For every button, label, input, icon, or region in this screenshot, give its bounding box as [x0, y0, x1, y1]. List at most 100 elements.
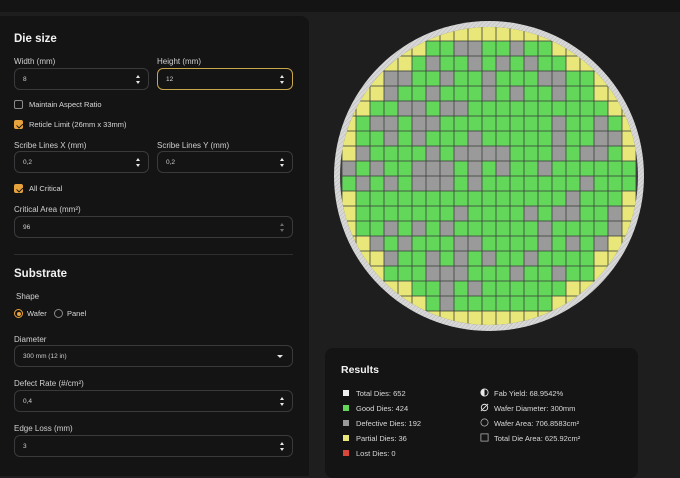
scribe-y-stepper-icon[interactable]: [279, 158, 284, 167]
good-die: [580, 191, 594, 206]
reticle-limit-label: Reticle Limit (26mm x 33mm): [29, 120, 127, 129]
partial-die: [482, 311, 496, 325]
diameter-select[interactable]: 300 mm (12 in): [14, 345, 293, 367]
good-die: [412, 266, 426, 281]
defective-die: [580, 146, 594, 161]
good-die: [552, 221, 566, 236]
defective-die: [454, 41, 468, 56]
defective-die: [496, 146, 510, 161]
good-die: [468, 86, 482, 101]
good-die: [370, 176, 384, 191]
defective-die: [510, 86, 524, 101]
scribe-x-input[interactable]: 0,2: [14, 151, 149, 173]
good-die: [426, 131, 440, 146]
defective-die: [524, 56, 538, 71]
shape-wafer-radio[interactable]: [14, 309, 23, 318]
height-value: 12: [166, 75, 174, 83]
good-die: [412, 56, 426, 71]
good-die: [580, 266, 594, 281]
defective-die: [412, 221, 426, 236]
good-die: [482, 221, 496, 236]
total-dies-swatch: [343, 390, 349, 396]
maintain-aspect-checkbox[interactable]: [14, 100, 23, 109]
defective-die: [608, 131, 622, 146]
diameter-label: Diameter: [14, 335, 47, 344]
good-die: [580, 236, 594, 251]
results-title: Results: [341, 364, 379, 376]
good-die: [398, 116, 412, 131]
good-die: [566, 131, 580, 146]
partial-die: [594, 251, 608, 266]
height-stepper-icon[interactable]: [279, 75, 284, 84]
scribe-x-value: 0,2: [23, 158, 33, 166]
defective-die: [468, 41, 482, 56]
reticle-limit-checkbox[interactable]: [14, 120, 23, 129]
good-die: [566, 266, 580, 281]
defective-die: [342, 161, 356, 176]
defective-die: [412, 176, 426, 191]
good-die: [552, 236, 566, 251]
results-panel: Results Total Dies: 652 Good Dies: 424 D…: [325, 348, 638, 478]
height-input[interactable]: 12: [157, 68, 293, 90]
defective-die: [426, 146, 440, 161]
good-die: [510, 191, 524, 206]
good-die: [482, 236, 496, 251]
good-dies-text: Good Dies: 424: [356, 404, 409, 413]
shape-wafer-label: Wafer: [27, 309, 47, 318]
good-die: [440, 251, 454, 266]
critical-area-input: 96: [14, 216, 293, 238]
defective-die: [552, 86, 566, 101]
good-die: [510, 251, 524, 266]
defective-die: [440, 176, 454, 191]
defective-die: [468, 161, 482, 176]
defective-die: [454, 101, 468, 116]
edge-loss-input[interactable]: 3: [14, 435, 293, 457]
good-die: [482, 41, 496, 56]
scribe-y-input[interactable]: 0,2: [157, 151, 293, 173]
good-die: [538, 176, 552, 191]
defect-rate-input[interactable]: 0,4: [14, 390, 293, 412]
good-die: [524, 131, 538, 146]
good-die: [496, 71, 510, 86]
good-die: [482, 281, 496, 296]
good-die: [594, 191, 608, 206]
width-stepper-icon[interactable]: [135, 75, 140, 84]
scribe-y-value: 0,2: [166, 158, 176, 166]
defective-die: [370, 116, 384, 131]
section-divider: [14, 254, 293, 255]
critical-area-value: 96: [23, 223, 31, 231]
all-critical-checkbox[interactable]: [14, 184, 23, 193]
good-die: [524, 221, 538, 236]
good-die: [580, 221, 594, 236]
defective-die: [426, 266, 440, 281]
good-die: [454, 71, 468, 86]
good-die: [622, 161, 636, 176]
good-die: [482, 101, 496, 116]
width-input[interactable]: 8: [14, 68, 149, 90]
defective-die: [440, 71, 454, 86]
good-die: [454, 131, 468, 146]
defective-die: [426, 161, 440, 176]
defect-rate-stepper-icon[interactable]: [279, 397, 284, 406]
good-die: [398, 86, 412, 101]
scribe-x-label: Scribe Lines X (mm): [14, 141, 87, 150]
shape-panel-radio[interactable]: [54, 309, 63, 318]
critical-area-stepper-icon: [279, 223, 284, 232]
wafer-area-text: Wafer Area: 706.8583cm²: [494, 419, 580, 428]
good-die: [468, 251, 482, 266]
good-die: [496, 116, 510, 131]
defective-die: [510, 266, 524, 281]
good-die: [412, 206, 426, 221]
good-die: [538, 251, 552, 266]
good-die: [510, 101, 524, 116]
scribe-x-stepper-icon[interactable]: [135, 158, 140, 167]
good-die: [510, 131, 524, 146]
edge-loss-stepper-icon[interactable]: [279, 442, 284, 451]
good-die: [552, 176, 566, 191]
good-die: [524, 266, 538, 281]
defective-die: [608, 221, 622, 236]
defective-die: [426, 176, 440, 191]
scribe-y-label: Scribe Lines Y (mm): [157, 141, 230, 150]
good-die: [370, 206, 384, 221]
partial-die: [398, 56, 412, 71]
